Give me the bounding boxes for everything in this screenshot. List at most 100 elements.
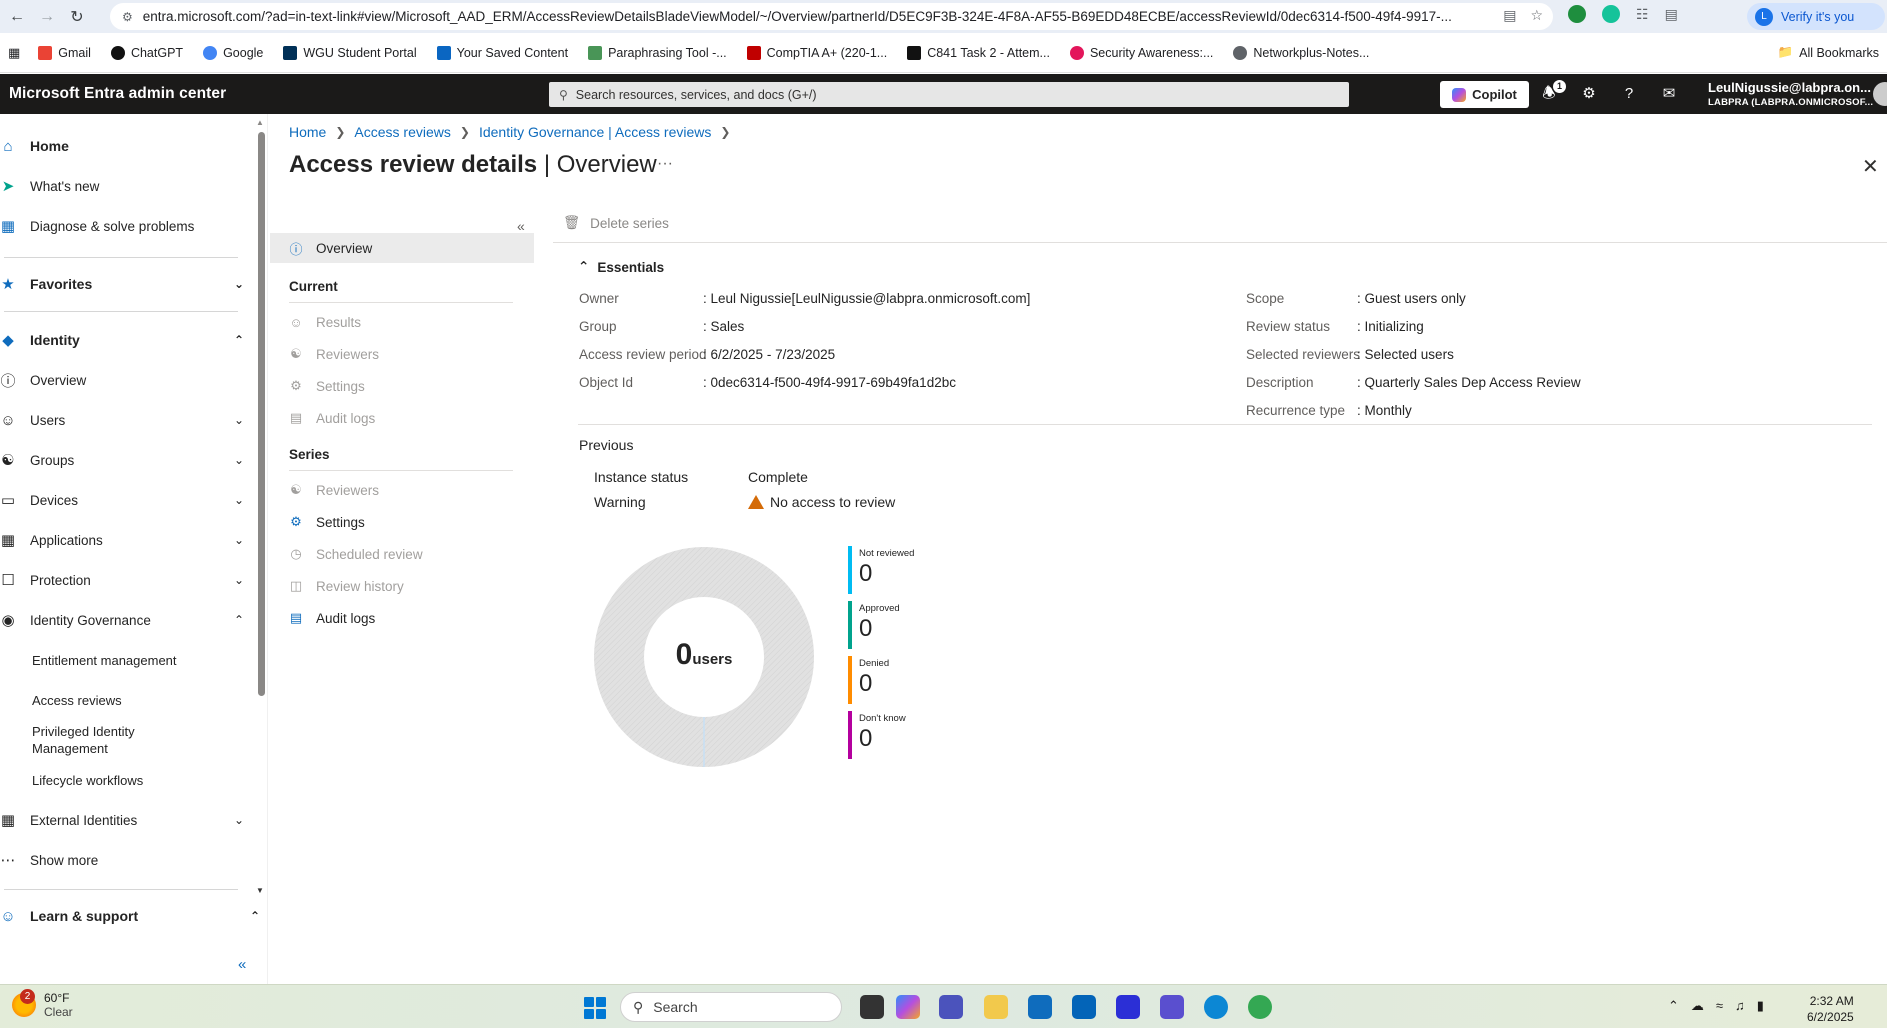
site-info-icon[interactable]: ⚙ [122, 10, 133, 24]
all-bookmarks-button[interactable]: 📁 All Bookmarks [1778, 45, 1879, 60]
nav-show-more[interactable]: ⋯ Show more [0, 850, 250, 870]
tab-search-icon[interactable]: ▤ [1665, 6, 1678, 23]
legend-dont-know[interactable]: Don't know 0 [848, 711, 968, 761]
legend-not-reviewed[interactable]: Not reviewed 0 [848, 546, 968, 596]
nav-protection[interactable]: ☐ Protection ⌄ [0, 570, 250, 590]
forward-icon[interactable]: → [34, 4, 60, 30]
bookmark-saved-content[interactable]: Your Saved Content [436, 45, 568, 60]
nav-groups[interactable]: ☯ Groups ⌄ [0, 450, 250, 470]
essentials-toggle[interactable]: ⌃ Essentials [578, 259, 664, 275]
legend-denied[interactable]: Denied 0 [848, 656, 968, 706]
app-icon[interactable] [1116, 995, 1140, 1019]
teams-icon[interactable] [939, 995, 963, 1019]
breadcrumb-access-reviews[interactable]: Access reviews [354, 124, 450, 140]
bookmark-google[interactable]: Google [203, 45, 263, 60]
copilot-button[interactable]: Copilot [1440, 81, 1529, 108]
weather-widget[interactable]: 2 60°F Clear [12, 989, 73, 1019]
nav-users[interactable]: ☺ Users ⌄ [0, 410, 250, 430]
extension-shield-icon[interactable] [1568, 5, 1586, 23]
portal-title[interactable]: Microsoft Entra admin center [9, 85, 226, 103]
nav-learn-support[interactable]: ☺ Learn & support ⌃ [0, 906, 260, 926]
battery-icon[interactable]: ▮ [1757, 998, 1764, 1014]
nav-entitlement-management[interactable]: Entitlement management [32, 652, 212, 669]
more-options-icon[interactable]: ··· [657, 155, 673, 173]
breadcrumb-identity-governance[interactable]: Identity Governance | Access reviews [479, 124, 711, 140]
scroll-down-icon[interactable]: ▼ [256, 886, 264, 895]
chevron-up-icon[interactable]: ⌃ [1668, 998, 1679, 1014]
menu-current-results[interactable]: ☺ Results [270, 307, 534, 337]
back-icon[interactable]: ← [4, 4, 30, 30]
app-icon[interactable] [1160, 995, 1184, 1019]
global-search-input[interactable]: ⚲ Search resources, services, and docs (… [549, 82, 1349, 107]
settings-gear-icon[interactable]: ⚙ [1580, 85, 1598, 103]
scrollbar-thumb[interactable] [258, 132, 265, 696]
address-bar[interactable]: ⚙ entra.microsoft.com/?ad=in-text-link#v… [110, 3, 1553, 30]
nav-whats-new[interactable]: ➤ What's new [0, 176, 250, 196]
feedback-icon[interactable]: ✉ [1660, 85, 1678, 103]
menu-series-reviewers[interactable]: ☯ Reviewers [270, 475, 534, 505]
help-icon[interactable]: ? [1620, 85, 1638, 103]
nav-identity-governance[interactable]: ◉ Identity Governance ⌃ [0, 610, 250, 630]
nav-home[interactable]: ⌂ Home [0, 136, 250, 156]
account-manager[interactable]: LeulNigussie@labpra.on... LABPRA (LABPRA… [1708, 80, 1873, 108]
start-button[interactable] [584, 997, 606, 1019]
nav-pim[interactable]: Privileged Identity Management [32, 723, 162, 757]
menu-current-settings[interactable]: ⚙ Settings [270, 371, 534, 401]
collapse-menu-icon[interactable]: « [517, 218, 525, 234]
menu-series-scheduled-review[interactable]: ◷ Scheduled review [270, 539, 534, 569]
chrome-icon[interactable] [1248, 995, 1272, 1019]
bookmark-paraphrasing[interactable]: Paraphrasing Tool -... [588, 45, 727, 60]
menu-series-settings[interactable]: ⚙ Settings [270, 507, 534, 537]
scroll-up-icon[interactable]: ▲ [256, 118, 264, 127]
bookmark-chatgpt[interactable]: ChatGPT [110, 45, 183, 60]
outlook-icon[interactable] [1072, 995, 1096, 1019]
breadcrumb-home[interactable]: Home [289, 124, 326, 140]
store-icon[interactable] [1028, 995, 1052, 1019]
delete-series-button[interactable]: 🗑 Delete series [563, 215, 669, 231]
clock[interactable]: 2:32 AM 6/2/2025 [1807, 993, 1854, 1025]
copilot-app-icon[interactable] [896, 995, 920, 1019]
nav-favorites[interactable]: ★ Favorites ⌄ [0, 274, 250, 294]
bookmark-gmail[interactable]: Gmail [38, 45, 91, 60]
menu-overview[interactable]: ⓘ Overview [270, 233, 534, 263]
reviewers-icon: ☯ [290, 482, 302, 497]
nav-applications[interactable]: ▦ Applications ⌄ [0, 530, 250, 550]
bookmark-wgu[interactable]: WGU Student Portal [283, 45, 417, 60]
menu-current-reviewers[interactable]: ☯ Reviewers [270, 339, 534, 369]
collapse-nav-icon[interactable]: « [238, 956, 246, 973]
menu-current-audit-logs[interactable]: ▤ Audit logs [270, 403, 534, 433]
bookmark-star-icon[interactable]: ☆ [1530, 7, 1543, 24]
close-icon[interactable]: ✕ [1862, 154, 1879, 179]
avatar[interactable] [1873, 82, 1887, 106]
bookmark-comptia[interactable]: CompTIA A+ (220-1... [746, 45, 887, 60]
bookmark-networkplus[interactable]: Networkplus-Notes... [1233, 45, 1369, 60]
apps-grid-icon[interactable]: ▦ [8, 45, 20, 61]
menu-series-review-history[interactable]: ◫ Review history [270, 571, 534, 601]
nav-diagnose[interactable]: ▦ Diagnose & solve problems [0, 216, 250, 236]
edge-icon[interactable] [1204, 995, 1228, 1019]
nav-external-identities[interactable]: ▦ External Identities ⌄ [0, 810, 250, 830]
nav-devices[interactable]: ▭ Devices ⌄ [0, 490, 250, 510]
nav-identity[interactable]: ◆ Identity ⌃ [0, 330, 250, 350]
menu-series-audit-logs[interactable]: ▤ Audit logs [270, 603, 534, 633]
verify-profile-button[interactable]: L Verify it's you [1747, 3, 1885, 30]
volume-icon[interactable]: ♫ [1735, 998, 1745, 1014]
file-explorer-icon[interactable] [984, 995, 1008, 1019]
task-view-icon[interactable] [860, 995, 884, 1019]
install-app-icon[interactable]: ▤ [1503, 7, 1516, 24]
bookmark-security-awareness[interactable]: Security Awareness:... [1069, 45, 1213, 60]
nav-access-reviews[interactable]: Access reviews [32, 692, 212, 709]
url-text[interactable]: entra.microsoft.com/?ad=in-text-link#vie… [143, 9, 1463, 24]
bookmark-c841[interactable]: C841 Task 2 - Attem... [907, 45, 1050, 60]
reload-icon[interactable]: ↻ [64, 4, 90, 30]
cloud-icon[interactable]: ☁ [1691, 998, 1704, 1014]
legend-approved[interactable]: Approved 0 [848, 601, 968, 651]
previous-title: Previous [579, 437, 634, 453]
extensions-puzzle-icon[interactable]: ☷ [1636, 6, 1649, 23]
grammarly-icon[interactable] [1602, 5, 1620, 23]
nav-overview[interactable]: ⓘ Overview [0, 370, 250, 390]
nav-lifecycle-workflows[interactable]: Lifecycle workflows [32, 772, 212, 789]
wifi-icon[interactable]: ≈ [1716, 998, 1723, 1014]
nav-scrollbar[interactable]: ▲ ▼ [256, 118, 266, 900]
taskbar-search[interactable]: ⚲ Search [620, 992, 842, 1022]
